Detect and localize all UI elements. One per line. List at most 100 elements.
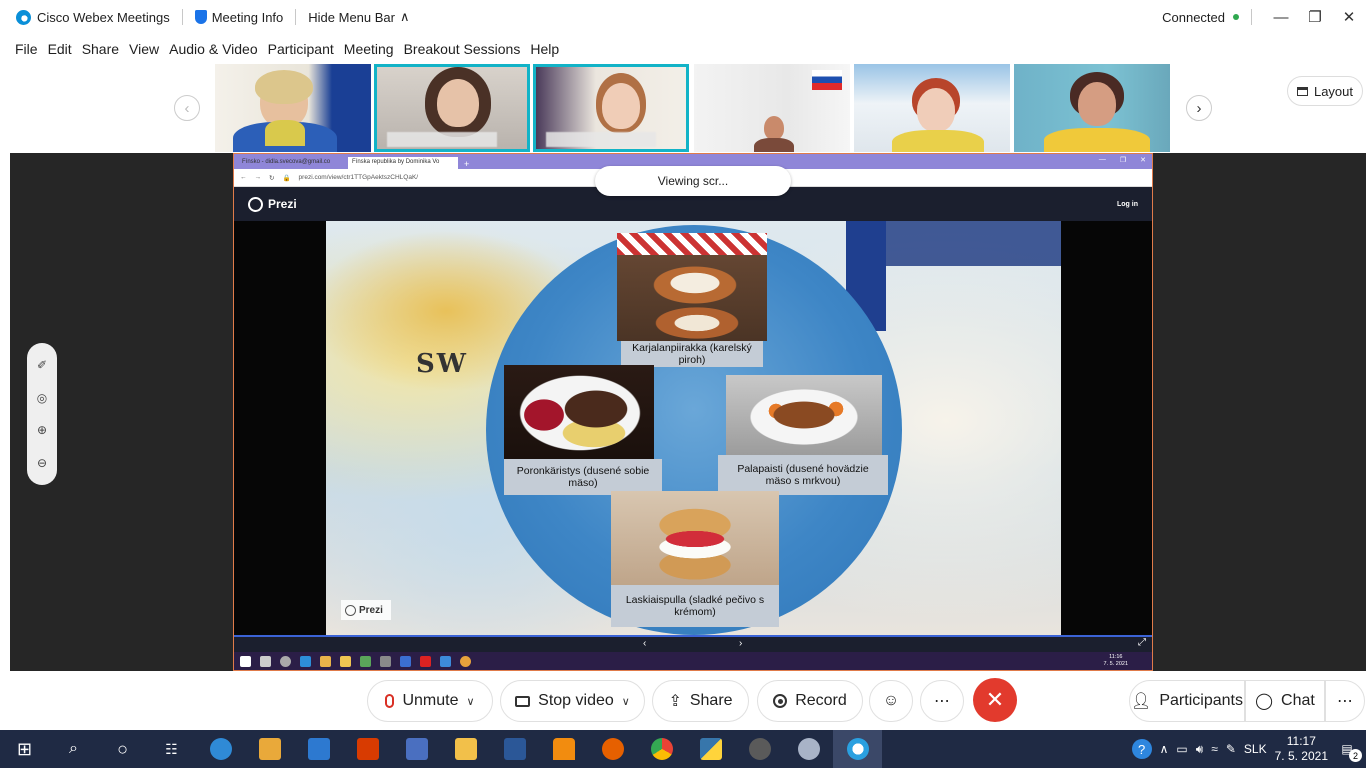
- forward-icon[interactable]: →: [255, 174, 262, 181]
- scroll-right-button[interactable]: ›: [1186, 95, 1212, 121]
- taskbar-webex[interactable]: [833, 730, 882, 768]
- chat-button[interactable]: ◯ Chat: [1245, 680, 1325, 722]
- prev-slide-icon[interactable]: ‹: [643, 638, 646, 649]
- connection-status: Connected: [1162, 9, 1225, 25]
- video-tile-6[interactable]: [1014, 64, 1170, 152]
- netflix-icon: [420, 655, 431, 667]
- taskbar-save[interactable]: [392, 730, 441, 768]
- panel-more-button[interactable]: ⋯: [1325, 680, 1365, 722]
- chevron-down-icon[interactable]: ∨: [622, 695, 630, 708]
- video-tile-1[interactable]: [215, 64, 371, 152]
- title-bar: Cisco Webex Meetings Meeting Info Hide M…: [0, 0, 1366, 34]
- pen-icon[interactable]: ✎: [1226, 742, 1236, 756]
- hide-menu-bar-button[interactable]: Hide Menu Bar ∧: [308, 9, 409, 25]
- new-tab-icon[interactable]: +: [464, 159, 469, 169]
- browser-tab-active[interactable]: Fínska republika by Dominika Vo: [348, 157, 458, 169]
- participants-button[interactable]: 👤︎ Participants: [1129, 680, 1245, 722]
- vlc-icon: [552, 738, 575, 760]
- close-window-button[interactable]: ✕: [1332, 0, 1366, 34]
- menu-share[interactable]: Share: [82, 41, 119, 57]
- start-button[interactable]: ⊞: [0, 730, 49, 768]
- more-options-button[interactable]: ⋯: [920, 680, 964, 722]
- zoom-out-icon[interactable]: ⊖: [37, 456, 47, 470]
- reload-icon[interactable]: ↻: [269, 174, 274, 182]
- next-slide-icon[interactable]: ›: [739, 638, 742, 649]
- browser-tab[interactable]: Fínsko - didla.svecova@gmail.co: [238, 157, 348, 169]
- scroll-left-button[interactable]: ‹: [174, 95, 200, 121]
- share-button[interactable]: ⇪ Share: [652, 680, 749, 722]
- taskbar-chrome[interactable]: [637, 730, 686, 768]
- task-view-button[interactable]: ☷: [147, 730, 196, 768]
- help-icon[interactable]: ?: [1131, 739, 1152, 759]
- login-link[interactable]: Log in: [1117, 201, 1138, 208]
- app-icon: [380, 655, 391, 667]
- video-tile-3[interactable]: [533, 64, 689, 152]
- menu-participant[interactable]: Participant: [268, 41, 334, 57]
- minimize-button[interactable]: —: [1264, 0, 1298, 34]
- cortana-button[interactable]: ○: [98, 730, 147, 768]
- food-photo: [504, 365, 654, 459]
- stop-video-button[interactable]: Stop video ∨: [500, 680, 645, 722]
- participant-scarf: [265, 120, 305, 146]
- prezi-logo[interactable]: Prezi: [248, 196, 297, 212]
- taskbar-mail[interactable]: [294, 730, 343, 768]
- layout-button[interactable]: Layout: [1287, 76, 1363, 106]
- zoom-in-icon[interactable]: ⊕: [37, 423, 47, 437]
- back-icon[interactable]: ←: [240, 174, 247, 181]
- unmute-button[interactable]: Unmute ∨: [367, 680, 493, 722]
- participant-body: [754, 138, 794, 152]
- battery-icon[interactable]: ▭: [1176, 742, 1187, 756]
- search-button[interactable]: ⌕: [49, 730, 98, 768]
- close-icon[interactable]: ✕: [1140, 156, 1146, 164]
- chevron-up-icon[interactable]: ∧: [1160, 742, 1169, 756]
- taskbar-firefox[interactable]: [588, 730, 637, 768]
- video-tile-4[interactable]: [694, 64, 850, 152]
- fullscreen-icon[interactable]: ⤢: [1138, 637, 1146, 648]
- layout-icon: [1296, 86, 1308, 96]
- remote-control-icon[interactable]: ◎: [37, 391, 47, 405]
- video-tile-5[interactable]: [854, 64, 1010, 152]
- notifications-button[interactable]: ▤ 2: [1336, 738, 1362, 762]
- record-button[interactable]: Record: [757, 680, 863, 722]
- paint-icon: [797, 738, 820, 760]
- taskbar-paint[interactable]: [784, 730, 833, 768]
- menu-help[interactable]: Help: [530, 41, 559, 57]
- close-icon: ✕: [985, 687, 1005, 712]
- taskbar-office[interactable]: [343, 730, 392, 768]
- taskbar-python[interactable]: [686, 730, 735, 768]
- video-tile-2[interactable]: [374, 64, 530, 152]
- restore-icon[interactable]: ❐: [1120, 156, 1126, 164]
- menu-view[interactable]: View: [129, 41, 159, 57]
- connected-dot-icon: [1233, 14, 1239, 20]
- prezi-watermark[interactable]: Prezi: [341, 600, 391, 620]
- restore-button[interactable]: ❐: [1298, 0, 1332, 34]
- reactions-button[interactable]: ☺: [869, 680, 913, 722]
- url-text[interactable]: prezi.com/view/ctr1TTGpAektszCHLQaK/: [299, 174, 419, 181]
- taskbar-word[interactable]: [490, 730, 539, 768]
- volume-icon[interactable]: 🔊︎: [1196, 742, 1204, 757]
- app-icon: [748, 738, 771, 760]
- taskbar-store[interactable]: [245, 730, 294, 768]
- menu-edit[interactable]: Edit: [48, 41, 72, 57]
- minimize-icon[interactable]: —: [1099, 156, 1106, 164]
- food-card-laskiaispulla: Laskiaispulla (sladké pečivo s krémom): [611, 491, 779, 627]
- language-indicator[interactable]: SLK: [1244, 742, 1267, 756]
- wifi-icon[interactable]: ≈: [1211, 742, 1218, 756]
- participant-strip: ‹ › Layout: [0, 62, 1366, 152]
- taskbar-vlc[interactable]: [539, 730, 588, 768]
- menu-breakout-sessions[interactable]: Breakout Sessions: [404, 41, 521, 57]
- chevron-down-icon[interactable]: ∨: [466, 695, 474, 708]
- taskbar-clock[interactable]: 11:17 7. 5. 2021: [1275, 734, 1328, 764]
- annotate-pen-icon[interactable]: ✐: [37, 358, 47, 372]
- folder-icon: [340, 655, 351, 667]
- layout-label: Layout: [1313, 83, 1354, 99]
- menu-audio-video[interactable]: Audio & Video: [169, 41, 257, 57]
- taskbar-edge[interactable]: [196, 730, 245, 768]
- menu-file[interactable]: File: [15, 41, 38, 57]
- leave-meeting-button[interactable]: ✕: [973, 678, 1017, 722]
- unmute-label: Unmute: [402, 692, 459, 709]
- meeting-info-button[interactable]: Meeting Info: [194, 10, 283, 25]
- taskbar-app[interactable]: [735, 730, 784, 768]
- menu-meeting[interactable]: Meeting: [344, 41, 394, 57]
- taskbar-explorer[interactable]: [441, 730, 490, 768]
